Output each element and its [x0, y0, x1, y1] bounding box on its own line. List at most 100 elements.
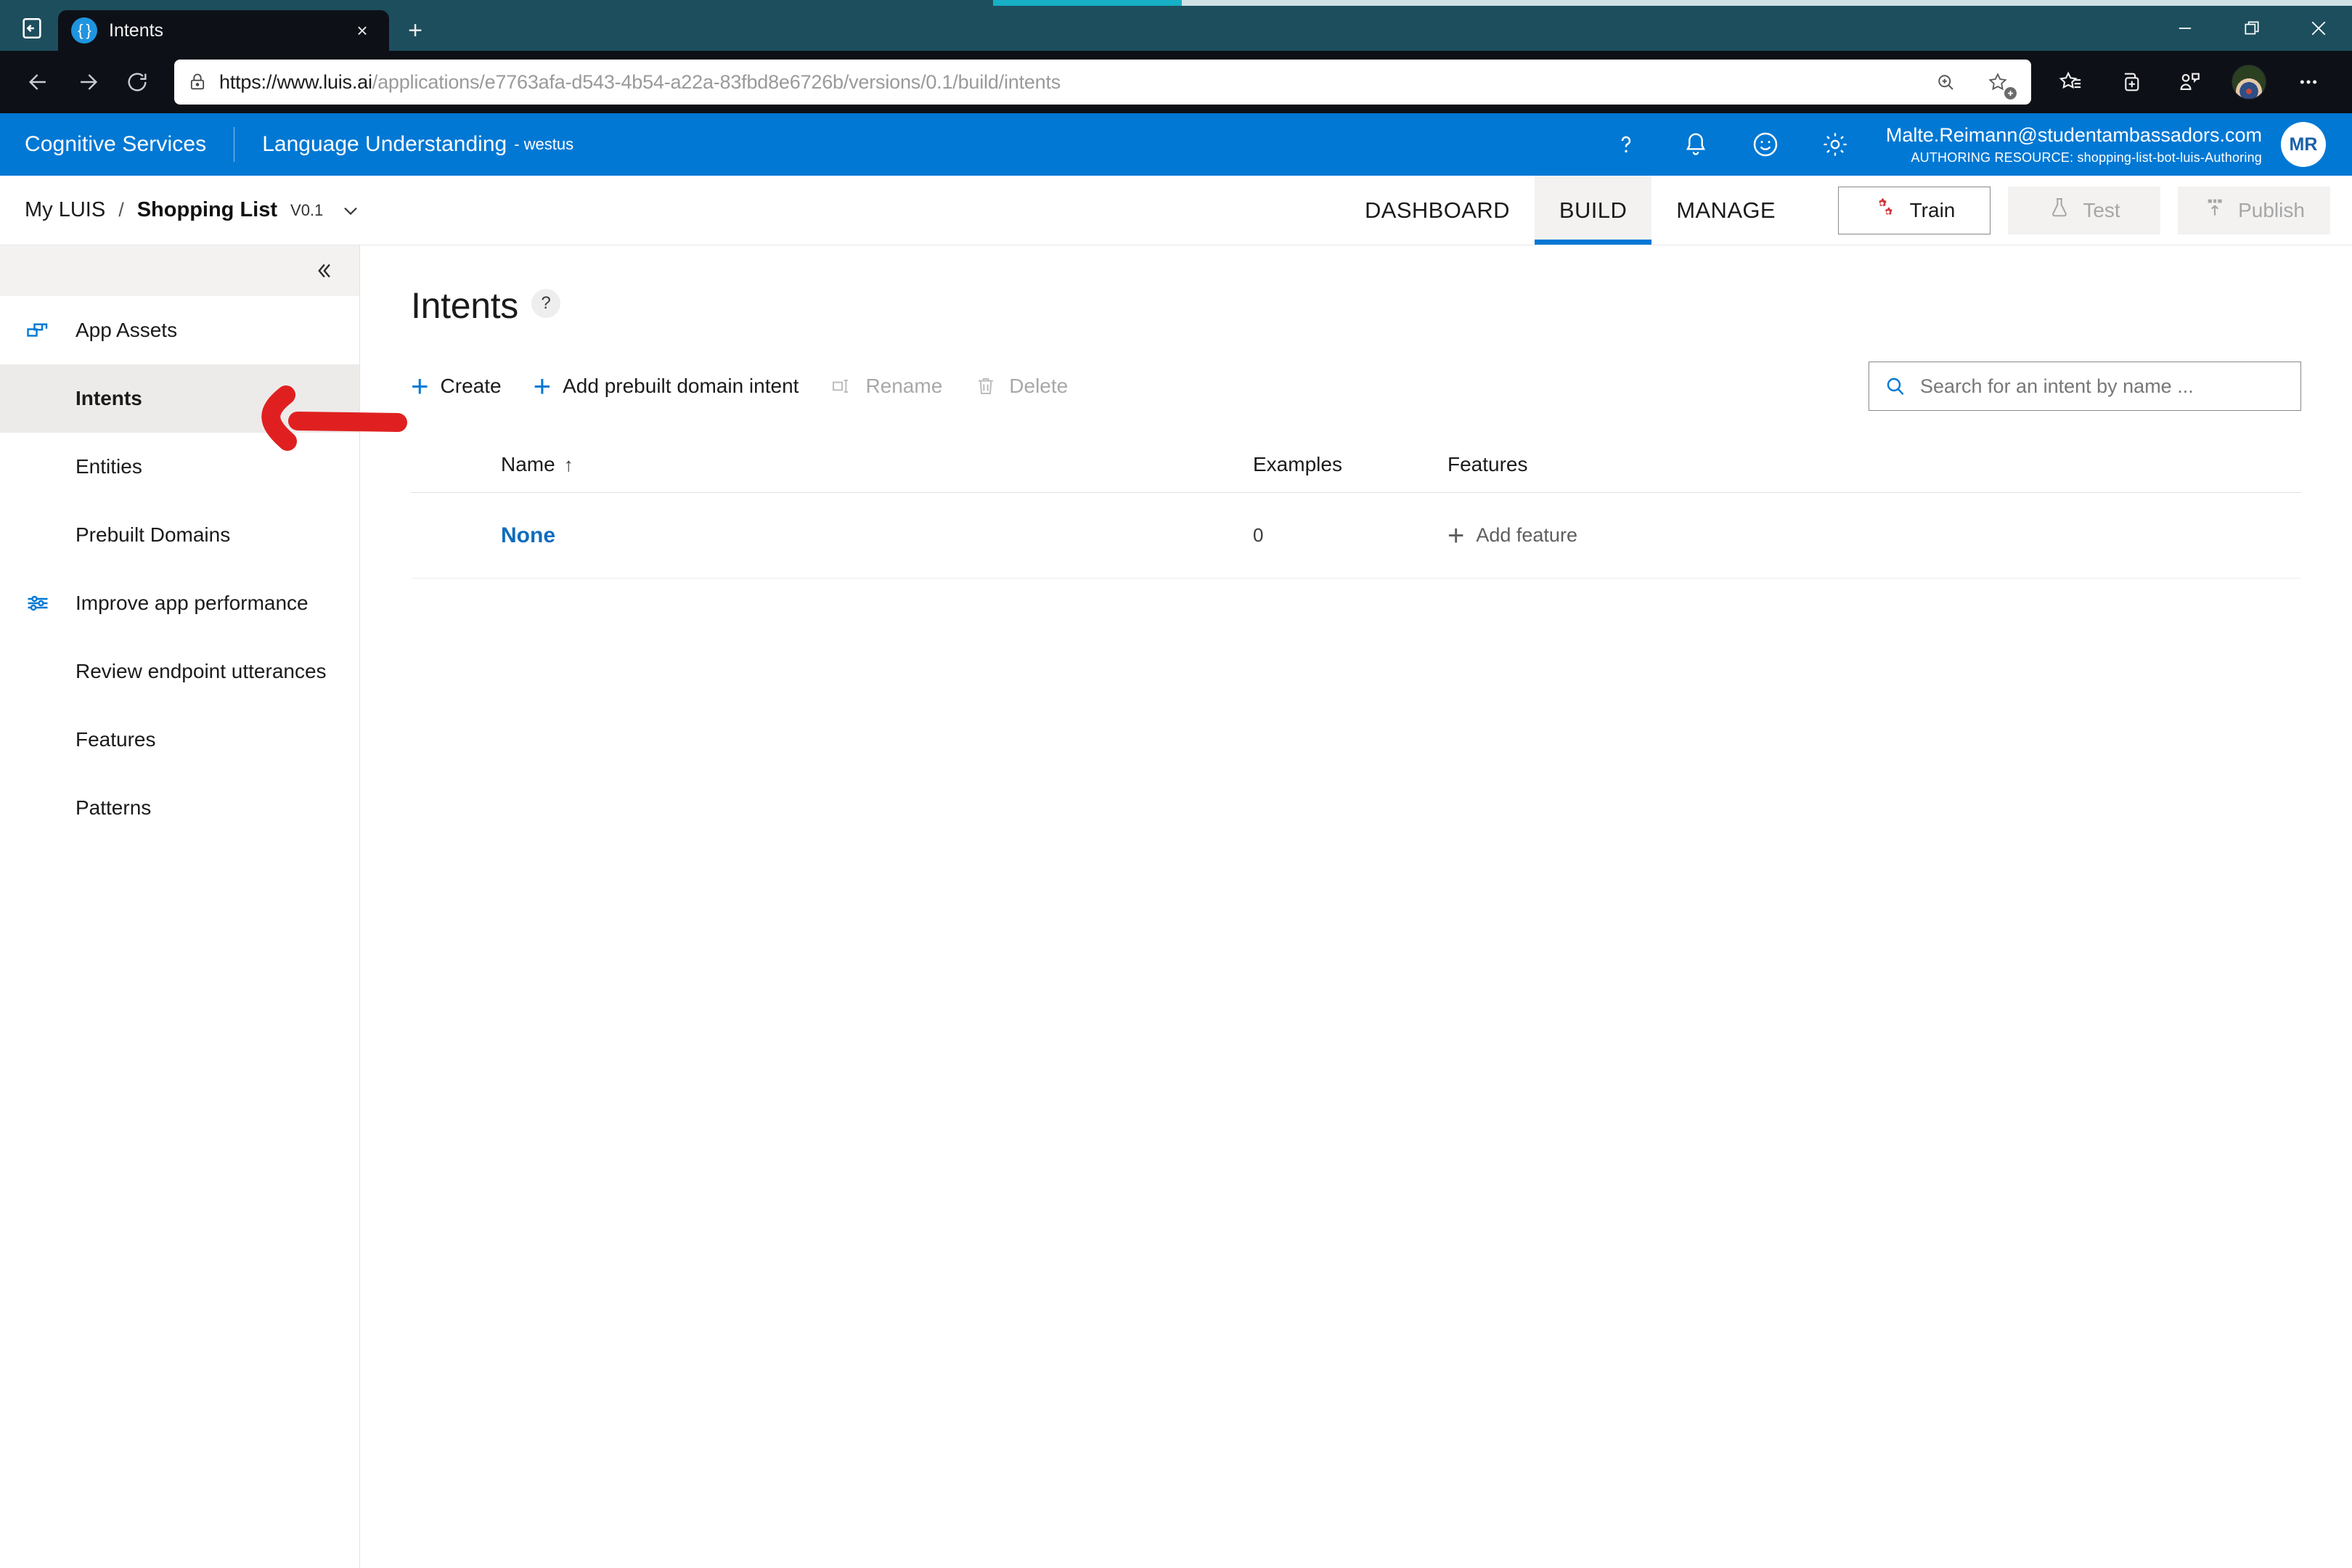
favorites-icon[interactable] — [2043, 60, 2098, 105]
plus-icon: + — [533, 369, 552, 403]
browser-tab-strip: { } Intents × + — [0, 6, 2352, 51]
rename-icon — [830, 375, 854, 398]
publish-button-label: Publish — [2238, 198, 2305, 221]
delete-label: Delete — [1009, 375, 1069, 397]
add-prebuilt-domain-intent-button[interactable]: + Add prebuilt domain intent — [534, 371, 799, 401]
rename-button[interactable]: Rename — [830, 375, 942, 398]
sidebar-item-entities[interactable]: Entities — [0, 433, 359, 501]
create-intent-button[interactable]: + Create — [411, 371, 502, 401]
rename-label: Rename — [865, 375, 943, 397]
app-body: App Assets Intents Entities Prebuilt Dom… — [0, 245, 2352, 1568]
train-button[interactable]: Train — [1838, 186, 1990, 234]
user-email: Malte.Reimann@studentambassadors.com — [1885, 123, 2262, 146]
trash-icon — [974, 375, 997, 398]
collections-icon[interactable] — [2102, 60, 2157, 105]
publish-button[interactable]: Publish — [2178, 186, 2330, 234]
breadcrumb-app-name: Shopping List — [136, 198, 278, 221]
restore-icon[interactable] — [2218, 6, 2285, 51]
search-input[interactable] — [1920, 375, 2286, 398]
notification-bell-icon[interactable] — [1661, 113, 1731, 176]
sidebar-item-intents[interactable]: Intents — [0, 364, 359, 433]
luis-application: Cognitive Services Language Understandin… — [0, 113, 2352, 1568]
help-icon[interactable] — [1591, 113, 1661, 176]
browser-address-bar: https://www.luis.ai/applications/e7763af… — [0, 51, 2352, 113]
url-host: https://www.luis.ai — [219, 70, 372, 93]
feedback-smiley-icon[interactable] — [1731, 113, 1800, 176]
progress-fill — [993, 0, 1182, 6]
column-header-name[interactable]: Name ↑ — [411, 453, 1253, 476]
column-header-features[interactable]: Features — [1447, 453, 2301, 476]
cognitive-services-brand[interactable]: Cognitive Services — [25, 132, 206, 157]
progress-track — [1182, 0, 2352, 6]
sidebar-item-label: Entities — [75, 455, 142, 478]
create-intent-label: Create — [440, 375, 502, 397]
column-header-examples[interactable]: Examples — [1253, 453, 1447, 476]
help-icon[interactable]: ? — [531, 289, 560, 318]
azure-header-bar: Cognitive Services Language Understandin… — [0, 113, 2352, 176]
sidebar-item-improve-app-performance[interactable]: Improve app performance — [0, 569, 359, 637]
delete-button[interactable]: Delete — [974, 375, 1068, 398]
user-avatar[interactable] — [2231, 65, 2266, 99]
table-row[interactable]: None 0 + Add feature — [411, 493, 2301, 579]
train-button-label: Train — [1909, 198, 1956, 221]
intent-name-link[interactable]: None — [411, 523, 1253, 548]
sidebar-item-label: Improve app performance — [75, 592, 309, 614]
back-arrow-icon[interactable] — [16, 60, 61, 105]
sidebar-item-label: Intents — [75, 387, 142, 409]
sidebar-item-patterns[interactable]: Patterns — [0, 774, 359, 842]
user-info[interactable]: Malte.Reimann@studentambassadors.com AUT… — [1886, 123, 2262, 166]
add-prebuilt-domain-intent-label: Add prebuilt domain intent — [563, 375, 799, 397]
avatar[interactable]: MR — [2281, 122, 2326, 167]
main-tabs: DASHBOARD BUILD MANAGE — [1340, 176, 1800, 245]
forward-arrow-icon[interactable] — [65, 60, 110, 105]
new-tab-button[interactable]: + — [389, 10, 441, 51]
sidebar-item-prebuilt-domains[interactable]: Prebuilt Domains — [0, 501, 359, 569]
close-window-icon[interactable] — [2285, 6, 2352, 51]
sidebar-item-label: Prebuilt Domains — [75, 523, 231, 546]
reload-icon[interactable] — [115, 60, 160, 105]
zoom-in-icon[interactable] — [1925, 62, 1966, 102]
url-path: /applications/e7763afa-d543-4b54-a22a-83… — [372, 70, 1061, 93]
sidebar-item-label: Patterns — [75, 796, 152, 819]
publish-up-icon — [2203, 196, 2226, 224]
page-header: Intents ? — [411, 285, 2301, 327]
test-button[interactable]: Test — [2008, 186, 2160, 234]
settings-gear-icon[interactable] — [1800, 113, 1870, 176]
product-name[interactable]: Language Understanding — [262, 132, 507, 157]
intents-toolbar: + Create + Add prebuilt domain intent Re… — [411, 362, 2301, 411]
close-icon[interactable]: × — [348, 20, 376, 42]
app-nav-bar: My LUIS / Shopping List V0.1 DASHBOARD B… — [0, 176, 2352, 245]
breadcrumb-my-luis[interactable]: My LUIS — [25, 198, 105, 222]
chevron-down-icon[interactable] — [339, 199, 362, 222]
url-text: https://www.luis.ai/applications/e7763af… — [219, 71, 1914, 94]
tab-manage[interactable]: MANAGE — [1651, 176, 1800, 245]
app-assets-icon — [25, 317, 75, 343]
breadcrumb: My LUIS / Shopping List V0.1 — [0, 176, 362, 245]
app-actions: Train Test Publish — [1821, 176, 2352, 245]
sidebar-item-features[interactable]: Features — [0, 706, 359, 774]
add-feature-label: Add feature — [1476, 524, 1577, 546]
url-bar[interactable]: https://www.luis.ai/applications/e7763af… — [174, 60, 2031, 105]
sidebar-item-app-assets[interactable]: App Assets — [0, 296, 359, 364]
add-feature-button[interactable]: + Add feature — [1447, 521, 2301, 550]
browser-tab[interactable]: { } Intents × — [58, 10, 389, 51]
main-content: Intents ? + Create + Add prebuilt domain… — [360, 245, 2352, 1568]
flask-icon — [2048, 196, 2071, 224]
sidebar-item-review-endpoint-utterances[interactable]: Review endpoint utterances — [0, 637, 359, 706]
minimize-icon[interactable] — [2152, 6, 2218, 51]
lock-icon — [187, 72, 208, 92]
page-load-progress — [0, 0, 2352, 6]
tab-dashboard[interactable]: DASHBOARD — [1340, 176, 1535, 245]
tab-title: Intents — [109, 20, 164, 41]
sidebar-collapse-button[interactable] — [0, 245, 359, 296]
version-label: V0.1 — [290, 200, 324, 219]
sidebar: App Assets Intents Entities Prebuilt Dom… — [0, 245, 360, 1568]
add-favorite-icon[interactable] — [1977, 62, 2018, 102]
more-options-icon[interactable] — [2281, 60, 2336, 105]
intents-table: Name ↑ Examples Features None 0 + Add fe… — [411, 453, 2301, 579]
sort-ascending-icon: ↑ — [563, 453, 573, 475]
profile-chat-icon[interactable] — [2162, 60, 2217, 105]
search-intent-box[interactable] — [1869, 362, 2301, 411]
tab-build[interactable]: BUILD — [1534, 176, 1652, 245]
tab-actions-icon[interactable] — [6, 6, 58, 51]
